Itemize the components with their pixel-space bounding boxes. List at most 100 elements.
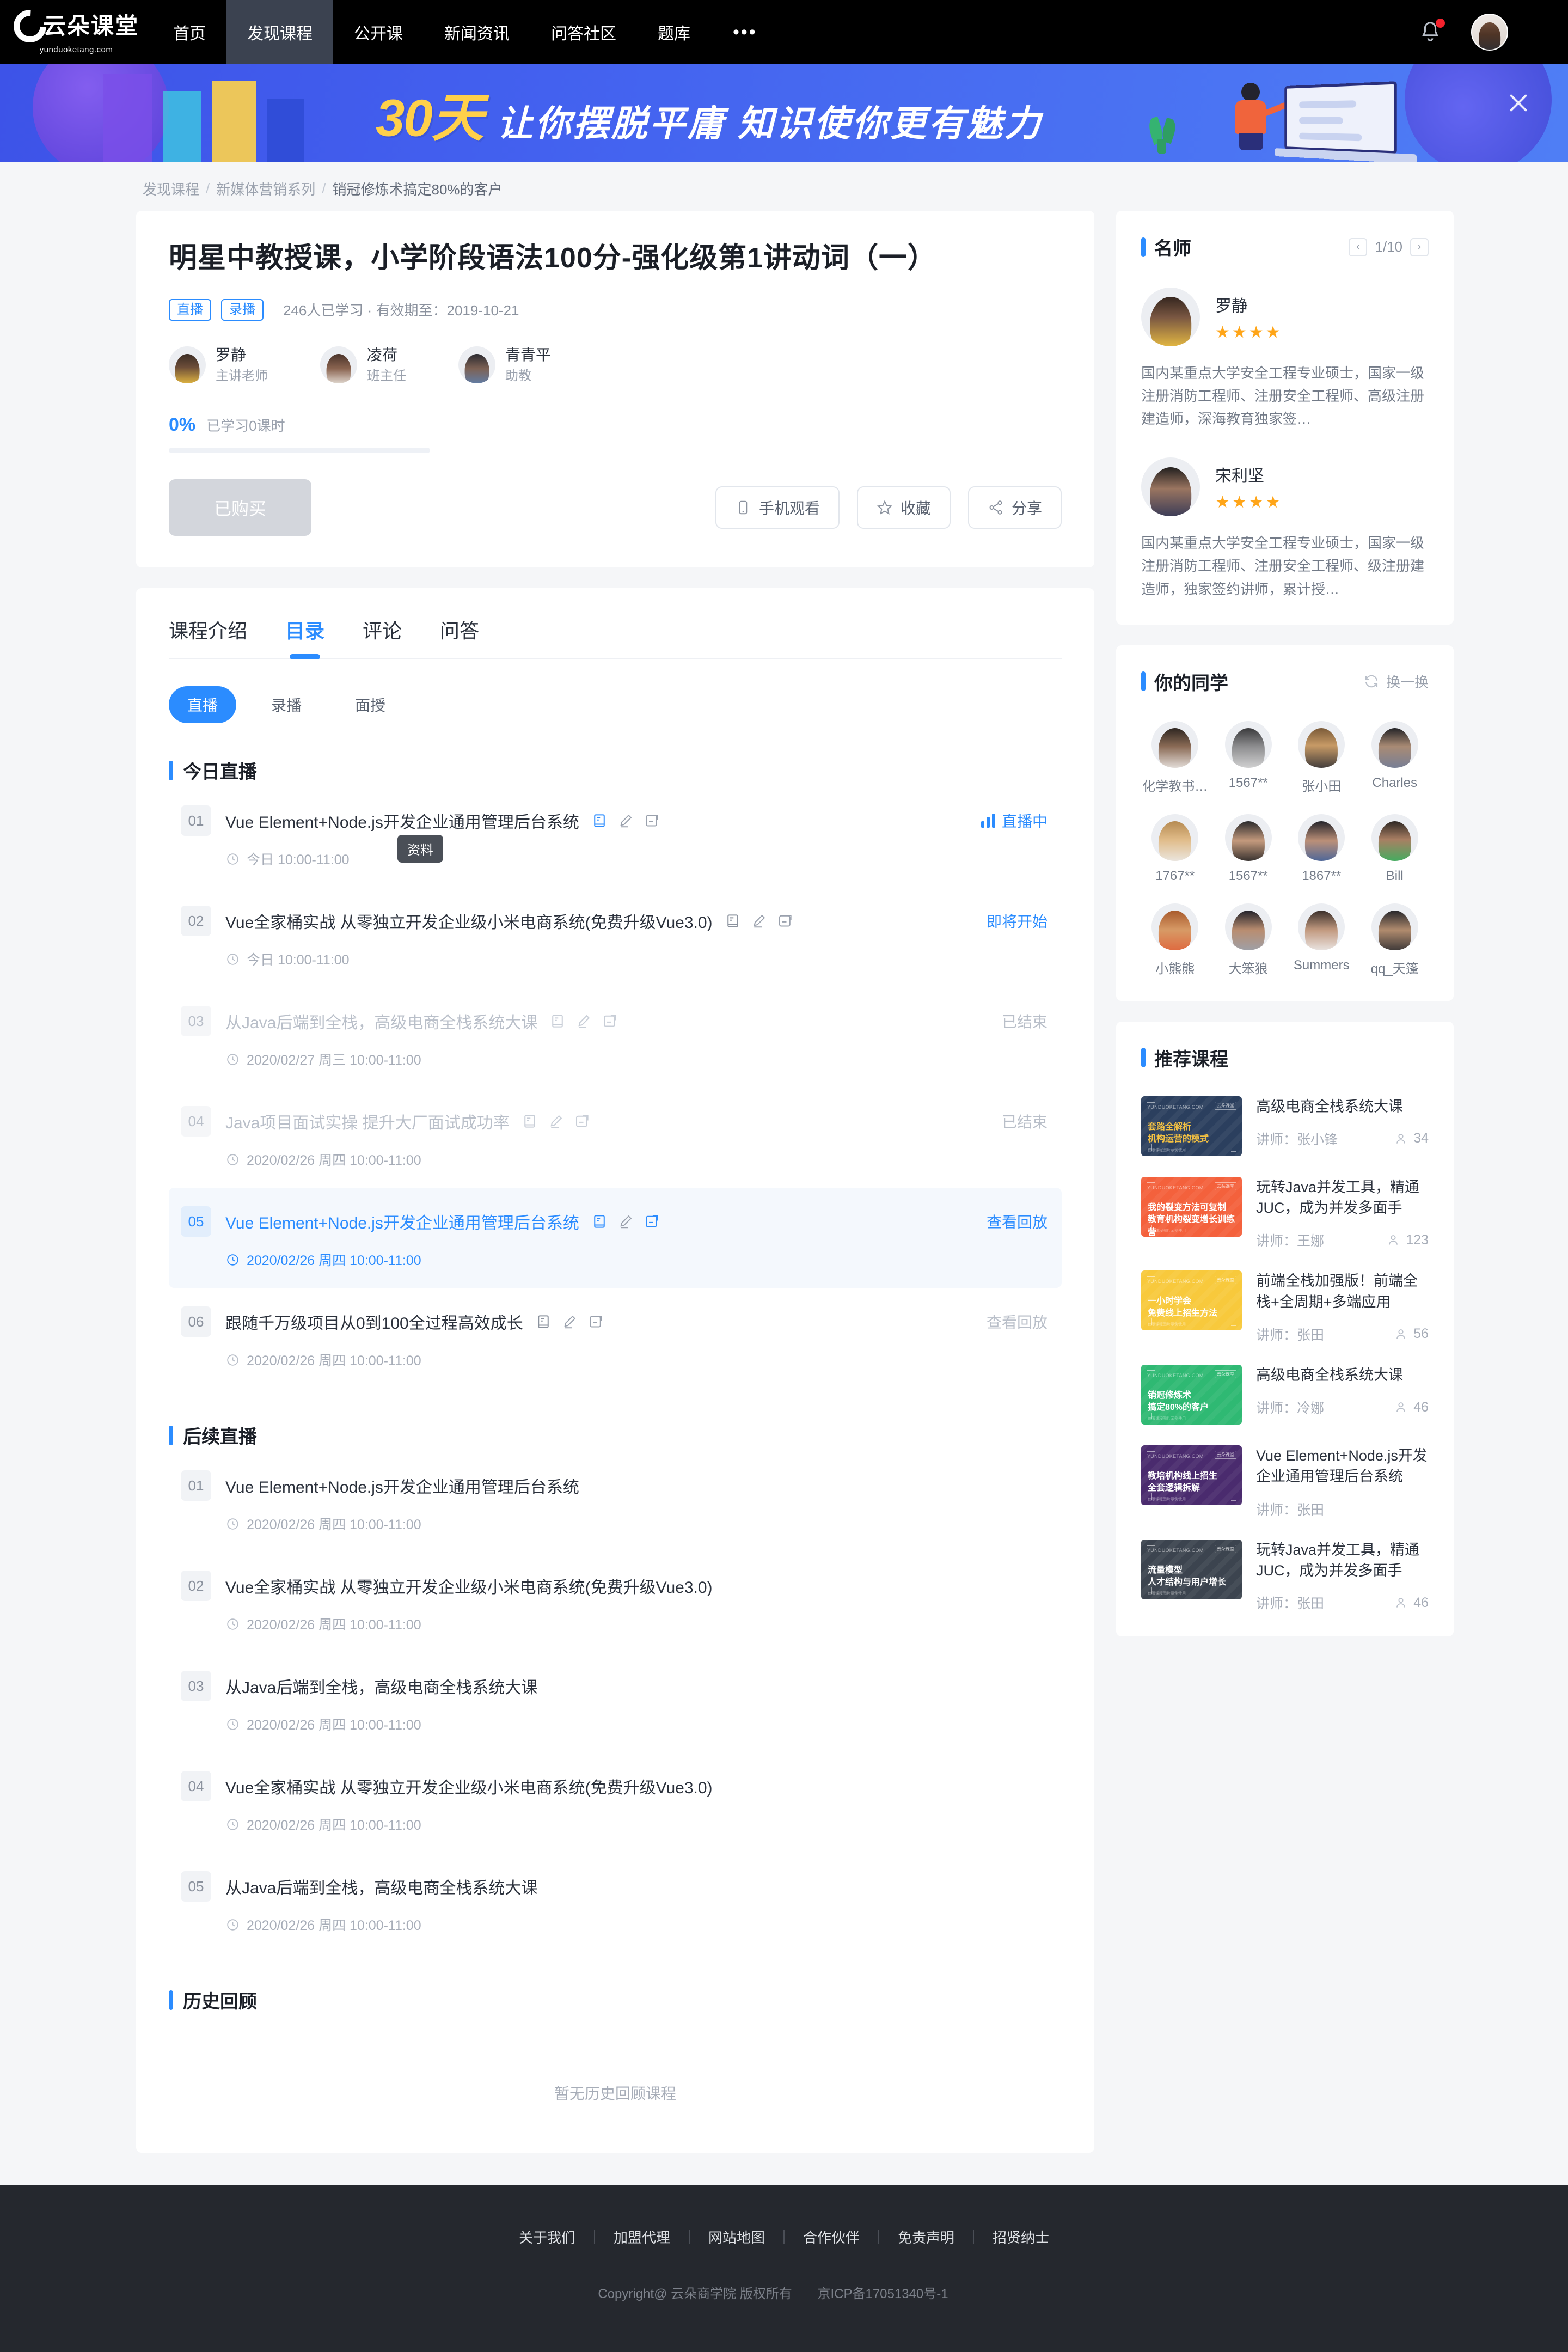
lesson-row[interactable]: 04 Vue全家桶实战 从零独立开发企业级小米电商系统(免费升级Vue3.0) 20…: [169, 1752, 1062, 1853]
recommended-course-item[interactable]: YUNDUOKETANG.COM 云朵课堂 我的裂变方法可复制 教育机构裂变增长训练营…: [1141, 1176, 1429, 1250]
purchased-button[interactable]: 已购买: [169, 479, 311, 536]
notification-bell-icon[interactable]: [1418, 19, 1445, 46]
nav-item-home[interactable]: 首页: [152, 0, 226, 64]
lesson-row[interactable]: 01 Vue Element+Node.js开发企业通用管理后台系统 直播中 今日 1…: [169, 787, 1062, 887]
lesson-row[interactable]: 02 Vue全家桶实战 从零独立开发企业级小米电商系统(免费升级Vue3.0) 20…: [169, 1552, 1062, 1652]
lesson-title[interactable]: Vue Element+Node.js开发企业通用管理后台系统: [225, 1474, 579, 1498]
lesson-status[interactable]: 查看回放: [987, 1311, 1048, 1333]
recommended-course-item[interactable]: YUNDUOKETANG.COM 云朵课堂 教培机构线上招生 全套逻辑拆解 仅限课程图片…: [1141, 1445, 1429, 1519]
homework-icon[interactable]: [617, 1213, 634, 1230]
lesson-status[interactable]: 已结束: [1002, 1110, 1048, 1132]
homework-icon[interactable]: [548, 1113, 564, 1129]
homework-icon[interactable]: [575, 1013, 592, 1029]
homework-icon[interactable]: [561, 1314, 578, 1330]
master-item[interactable]: 宋利坚 ★★★★ 国内某重点大学安全工程专业硕士，国家一级注册消防工程师、注册安…: [1141, 457, 1429, 600]
promo-banner[interactable]: 30天 让你摆脱平庸 知识使你更有魅力: [0, 64, 1568, 162]
classmate-item[interactable]: 小熊熊: [1141, 903, 1209, 977]
breadcrumb-item-1[interactable]: 发现课程: [143, 179, 199, 199]
mobile-watch-button[interactable]: 手机观看: [715, 486, 840, 529]
homework-icon[interactable]: [617, 812, 634, 829]
classmate-item[interactable]: Summers: [1288, 903, 1356, 977]
exam-icon[interactable]: [644, 812, 660, 829]
homework-icon[interactable]: [751, 913, 767, 929]
nav-item-open-class[interactable]: 公开课: [333, 0, 424, 64]
classmate-item[interactable]: 化学教书…: [1141, 720, 1209, 795]
recommended-course-item[interactable]: YUNDUOKETANG.COM 云朵课堂 流量模型 人才结构与用户增长 仅限课程图片示…: [1141, 1539, 1429, 1613]
lesson-row[interactable]: 05 从Java后端到全栈，高级电商全栈系统大课 2020/02/26 周四 10:…: [169, 1853, 1062, 1953]
exam-icon[interactable]: [602, 1013, 618, 1029]
lesson-row[interactable]: 04 Java项目面试实操 提升大厂面试成功率 已结束 2020/02/26 周四 1…: [169, 1088, 1062, 1188]
site-logo[interactable]: 云朵课堂 yunduoketang.com: [0, 3, 152, 54]
teacher-item-assistant[interactable]: 青青平 助教: [458, 345, 551, 385]
exam-icon[interactable]: [644, 1213, 660, 1230]
recommended-course-item[interactable]: YUNDUOKETANG.COM 云朵课堂 一小时学会 免费线上招生方法 仅限课程图片示…: [1141, 1270, 1429, 1344]
classmate-item[interactable]: 张小田: [1288, 720, 1356, 795]
footer-link[interactable]: 免责声明: [879, 2227, 973, 2247]
classmate-item[interactable]: Charles: [1361, 720, 1429, 795]
nav-item-news[interactable]: 新闻资讯: [424, 0, 530, 64]
classmate-item[interactable]: 1767**: [1141, 814, 1209, 884]
lesson-title[interactable]: 从Java后端到全栈，高级电商全栈系统大课: [225, 1674, 537, 1698]
footer-link[interactable]: 加盟代理: [595, 2227, 689, 2247]
footer-link[interactable]: 网站地图: [690, 2227, 783, 2247]
material-icon[interactable]: [591, 1213, 608, 1230]
lesson-title[interactable]: Vue Element+Node.js开发企业通用管理后台系统: [225, 1209, 579, 1233]
lesson-title[interactable]: 跟随千万级项目从0到100全过程高效成长: [225, 1310, 523, 1334]
exam-icon[interactable]: [574, 1113, 590, 1129]
lesson-status[interactable]: 直播中: [981, 810, 1048, 832]
exam-icon[interactable]: [777, 913, 793, 929]
tab-comments[interactable]: 评论: [363, 615, 402, 658]
lesson-status[interactable]: 即将开始: [987, 910, 1048, 932]
share-button[interactable]: 分享: [967, 486, 1062, 529]
lesson-row[interactable]: 02 Vue全家桶实战 从零独立开发企业级小米电商系统(免费升级Vue3.0) 即将…: [169, 887, 1062, 987]
lesson-status[interactable]: 查看回放: [987, 1211, 1048, 1232]
subtab-live[interactable]: 直播: [169, 686, 237, 724]
tab-catalog[interactable]: 目录: [285, 615, 324, 658]
recommended-course-item[interactable]: YUNDUOKETANG.COM 云朵课堂 销冠修炼术 搞定80%的客户 仅限课程图片示…: [1141, 1364, 1429, 1425]
lesson-title[interactable]: Vue全家桶实战 从零独立开发企业级小米电商系统(免费升级Vue3.0): [225, 1774, 713, 1798]
material-icon[interactable]: [725, 913, 741, 929]
banner-close-icon[interactable]: [1506, 90, 1531, 115]
lesson-status[interactable]: 已结束: [1002, 1010, 1048, 1032]
classmate-item[interactable]: qq_天篷: [1361, 903, 1429, 977]
classmate-item[interactable]: 1867**: [1288, 814, 1356, 884]
material-icon[interactable]: [522, 1113, 538, 1129]
masters-prev-icon[interactable]: ‹: [1349, 237, 1368, 256]
nav-item-discover-courses[interactable]: 发现课程: [226, 0, 333, 64]
masters-next-icon[interactable]: ›: [1410, 237, 1429, 256]
lesson-title[interactable]: Vue全家桶实战 从零独立开发企业级小米电商系统(免费升级Vue3.0): [225, 909, 713, 933]
lesson-title[interactable]: Vue Element+Node.js开发企业通用管理后台系统: [225, 809, 579, 833]
breadcrumb-item-2[interactable]: 新媒体营销系列: [216, 179, 315, 199]
lesson-row[interactable]: 06 跟随千万级项目从0到100全过程高效成长 查看回放 2020/02/26 周四 …: [169, 1288, 1062, 1388]
nav-more-icon[interactable]: •••: [711, 0, 779, 64]
classmate-item[interactable]: 1567**: [1215, 814, 1283, 884]
teacher-item-headteacher[interactable]: 凌荷 班主任: [320, 345, 406, 385]
recommended-course-item[interactable]: YUNDUOKETANG.COM 云朵课堂 套路全解析 机构运营的模式 仅限课程图片示例…: [1141, 1096, 1429, 1156]
material-icon[interactable]: [535, 1314, 552, 1330]
material-icon[interactable]: [549, 1013, 566, 1029]
material-icon[interactable]: [591, 812, 608, 829]
classmate-item[interactable]: Bill: [1361, 814, 1429, 884]
lesson-row[interactable]: 01 Vue Element+Node.js开发企业通用管理后台系统 2020/02…: [169, 1452, 1062, 1552]
lesson-title[interactable]: Vue全家桶实战 从零独立开发企业级小米电商系统(免费升级Vue3.0): [225, 1574, 713, 1598]
master-item[interactable]: 罗静 ★★★★ 国内某重点大学安全工程专业硕士，国家一级注册消防工程师、注册安全…: [1141, 288, 1429, 430]
footer-link[interactable]: 合作伙伴: [785, 2227, 878, 2247]
user-avatar[interactable]: [1471, 14, 1508, 51]
lesson-row[interactable]: 05 Vue Element+Node.js开发企业通用管理后台系统 查看回放 202…: [169, 1188, 1062, 1288]
subtab-recorded[interactable]: 录播: [253, 686, 320, 723]
lesson-title[interactable]: Java项目面试实操 提升大厂面试成功率: [225, 1109, 510, 1133]
tab-qa[interactable]: 问答: [440, 615, 479, 658]
footer-link[interactable]: 关于我们: [500, 2227, 594, 2247]
subtab-offline[interactable]: 面授: [336, 686, 404, 723]
lesson-row[interactable]: 03 从Java后端到全栈，高级电商全栈系统大课 2020/02/26 周四 10:…: [169, 1652, 1062, 1752]
lesson-row[interactable]: 03 从Java后端到全栈，高级电商全栈系统大课 已结束 2020/02/27 周三 …: [169, 987, 1062, 1088]
footer-link[interactable]: 招贤纳士: [974, 2227, 1068, 2247]
nav-item-qa-community[interactable]: 问答社区: [530, 0, 637, 64]
teacher-item-main[interactable]: 罗静 主讲老师: [169, 345, 268, 385]
tab-course-intro[interactable]: 课程介绍: [169, 615, 247, 658]
classmates-refresh-button[interactable]: 换一换: [1363, 671, 1429, 692]
nav-item-question-bank[interactable]: 题库: [637, 0, 711, 64]
classmate-item[interactable]: 大笨狼: [1215, 903, 1283, 977]
exam-icon[interactable]: [587, 1314, 604, 1330]
lesson-title[interactable]: 从Java后端到全栈，高级电商全栈系统大课: [225, 1874, 537, 1898]
